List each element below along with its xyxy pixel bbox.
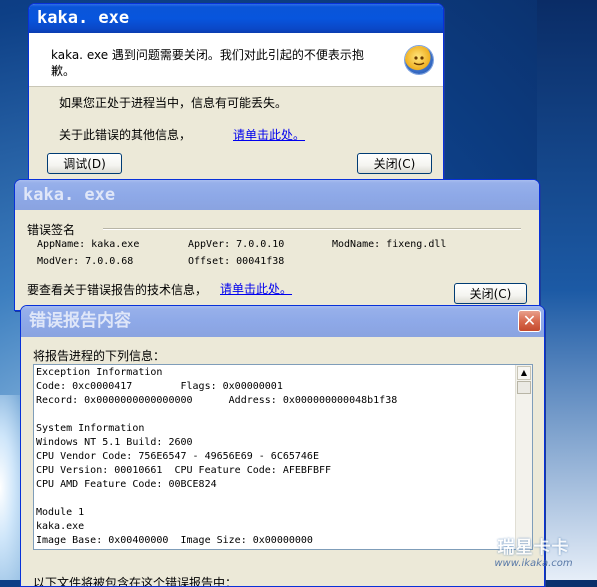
- section-divider: [103, 228, 521, 230]
- report-line: CPU AMD Feature Code: 00BCE824: [36, 479, 217, 490]
- watermark-brand: 瑞星卡卡: [497, 538, 570, 558]
- error-dialog-titlebar[interactable]: kaka. exe: [29, 4, 443, 33]
- error-report-titlebar[interactable]: 错误报告内容: [21, 306, 544, 337]
- report-line: CPU Version: 00010661 CPU Feature Code: …: [36, 465, 332, 476]
- tech-info-label: 要查看关于错误报告的技术信息，: [27, 283, 208, 297]
- report-line: Image Base: 0x00400000 Image Size: 0x000…: [36, 535, 313, 546]
- scroll-up-arrow[interactable]: ▲: [517, 366, 531, 380]
- error-signature-heading: 错误签名: [27, 223, 76, 237]
- error-report-window: 错误报告内容 ✕ 将报告进程的下列信息： Exception Informati…: [20, 305, 545, 587]
- report-textbox[interactable]: Exception Information Code: 0xc0000417 Fl…: [33, 364, 533, 550]
- error-dialog-window: kaka. exe kaka. exe 遇到问题需要关闭。我们对此引起的不便表示…: [28, 3, 444, 181]
- help-icon: [405, 46, 433, 74]
- more-info-link[interactable]: 请单击此处。: [233, 126, 305, 143]
- error-signature-titlebar[interactable]: kaka. exe: [15, 180, 539, 210]
- sig-appver: AppVer: 7.0.0.10: [188, 239, 285, 250]
- error-report-title: 错误报告内容: [29, 311, 131, 331]
- report-files-text: 以下文件将被包含在这个错误报告中：: [33, 576, 238, 587]
- report-line: Windows NT 5.1 Build: 2600: [36, 437, 193, 448]
- report-line: Module 1: [36, 507, 85, 518]
- report-line: Exception Information: [36, 367, 163, 378]
- report-line: kaka.exe: [36, 521, 85, 532]
- sig-modname: ModName: fixeng.dll: [332, 239, 447, 250]
- close-icon: ✕: [522, 311, 537, 330]
- error-signature-title: kaka. exe: [23, 185, 116, 205]
- report-line: System Information: [36, 423, 145, 434]
- error-dialog-title: kaka. exe: [37, 8, 130, 28]
- report-line: Code: 0xc0000417 Flags: 0x00000001: [36, 381, 283, 392]
- debug-button[interactable]: 调试(D): [47, 153, 122, 174]
- report-intro: 将报告进程的下列信息：: [33, 349, 166, 363]
- sig-appname: AppName: kaka.exe: [37, 239, 140, 250]
- close-button-dialog2[interactable]: 关闭(C): [454, 283, 527, 304]
- sig-modver: ModVer: 7.0.0.68: [37, 256, 134, 267]
- report-text-content: Exception Information Code: 0xc0000417 Fl…: [36, 366, 514, 548]
- tech-info-link[interactable]: 请单击此处。: [220, 280, 292, 297]
- report-line: Record: 0x0000000000000000 Address: 0x00…: [36, 395, 398, 406]
- sig-offset: Offset: 00041f38: [188, 256, 285, 267]
- close-window-button[interactable]: ✕: [518, 310, 541, 332]
- more-info-label: 关于此错误的其他信息，: [59, 128, 192, 142]
- watermark-url: www.ikaka.com: [494, 558, 573, 569]
- error-dialog-header: kaka. exe 遇到问题需要关闭。我们对此引起的不便表示抱歉。: [29, 33, 443, 87]
- report-scrollbar[interactable]: ▲: [515, 365, 532, 549]
- desktop-background-right: [537, 0, 597, 580]
- error-signature-window: kaka. exe 错误签名 AppName: kaka.exe AppVer:…: [14, 179, 540, 311]
- report-line: CPU Vendor Code: 756E6547 - 49656E69 - 6…: [36, 451, 319, 462]
- watermark: 瑞星卡卡 www.ikaka.com: [470, 533, 597, 580]
- report-line: [36, 408, 514, 422]
- error-message: kaka. exe 遇到问题需要关闭。我们对此引起的不便表示抱歉。: [51, 48, 364, 78]
- close-button-dialog1[interactable]: 关闭(C): [357, 153, 432, 174]
- scroll-thumb[interactable]: [517, 381, 531, 394]
- report-line: [36, 492, 514, 506]
- info-loss-text: 如果您正处于进程当中，信息有可能丢失。: [59, 96, 288, 110]
